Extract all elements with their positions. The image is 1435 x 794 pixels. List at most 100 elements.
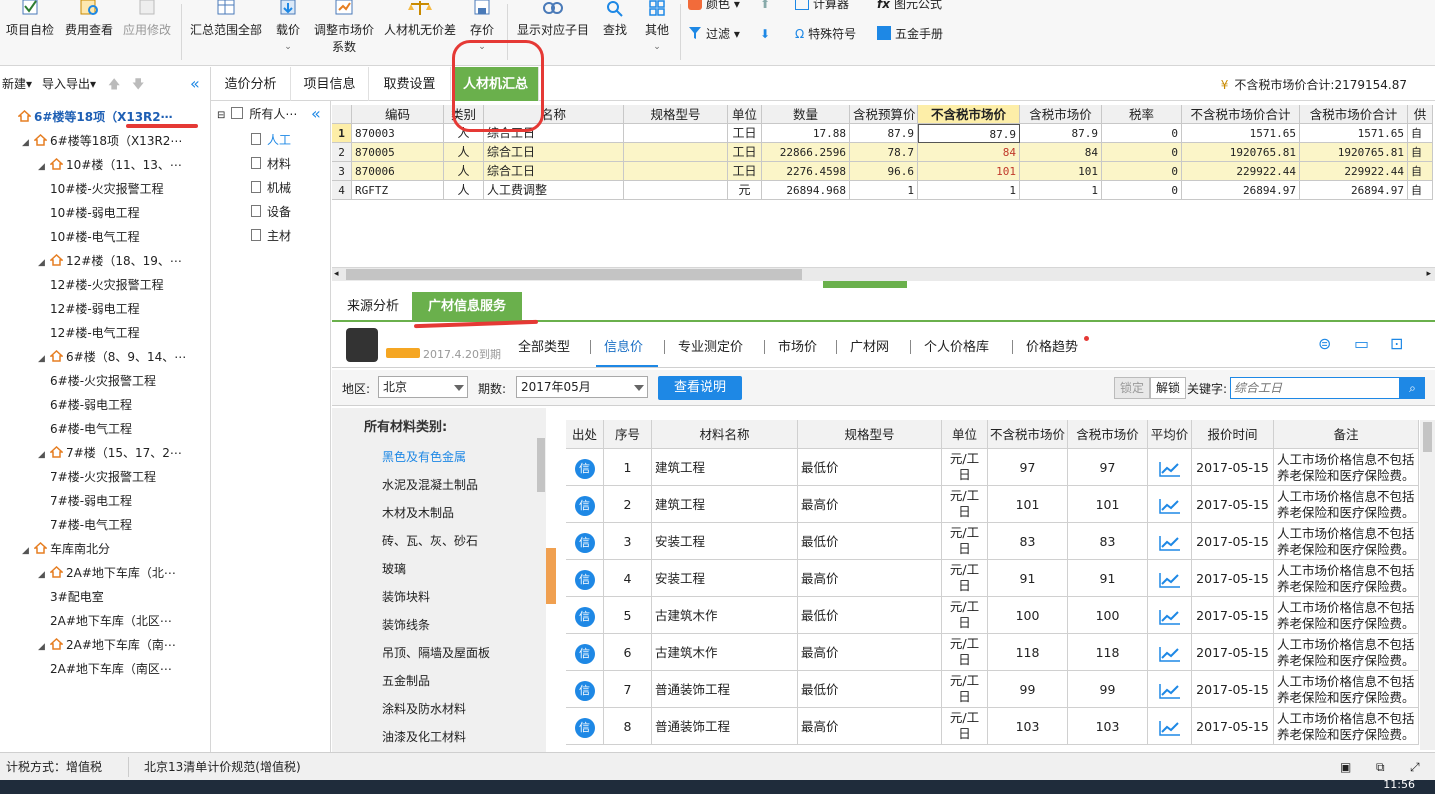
grid-cell[interactable]: 96.6 [850,162,918,181]
grid-cell[interactable]: 870005 [352,143,444,162]
trend-chart-icon[interactable] [1158,646,1181,662]
view-description-button[interactable]: 查看说明 [658,376,742,400]
filter-button[interactable]: 过滤 ▾ [688,24,740,44]
avatar[interactable] [346,328,378,362]
svc-tab-gcw[interactable]: 广材网 [850,336,889,355]
grid-cell[interactable]: 0 [1102,181,1182,200]
tree-node[interactable]: 10#楼-弱电工程 [50,201,140,225]
material-header-cell[interactable]: 规格型号 [798,420,942,449]
lock-button[interactable]: 锁定 [1114,377,1150,399]
new-button[interactable]: 新建▾ [2,75,32,93]
grid-cell[interactable]: 26894.97 [1182,181,1300,200]
material-header-cell[interactable]: 单位 [942,420,988,449]
grid-header-cell[interactable]: 含税预算价 [850,105,918,124]
horizontal-scrollbar[interactable]: ◂ ▸ [332,267,1435,281]
unlock-button[interactable]: 解锁 [1150,377,1186,399]
collapse-mid-icon[interactable]: « [311,104,321,123]
tab-project-info[interactable]: 项目信息 [291,67,369,101]
grid-cell[interactable]: 人 [444,181,484,200]
grid-cell[interactable]: 0 [1102,162,1182,181]
period-select[interactable]: 2017年05月 [516,376,648,398]
grid-cell[interactable] [624,124,728,143]
grid-cell[interactable]: 工日 [728,162,762,181]
maximize-icon[interactable]: ⤢ [1410,753,1420,781]
expand-triangle-icon[interactable]: ◢ [38,251,50,275]
material-header-cell[interactable]: 材料名称 [652,420,798,449]
tree-node[interactable]: 10#楼-火灾报警工程 [50,177,164,201]
tree-node[interactable]: ◢ 2A#地下车库（南⋯ [38,633,176,657]
tree-node[interactable]: ◢ 车库南北分 [22,537,110,561]
material-category-item[interactable]: 砖、瓦、灰、砂石 [382,532,478,549]
scroll-thumb[interactable] [346,269,802,280]
info-source-icon[interactable]: 信 [574,495,595,516]
expand-triangle-icon[interactable]: ◢ [38,563,50,587]
tree-node[interactable]: ◢ 10#楼（11、13、⋯ [38,153,182,177]
tree-node[interactable]: 12#楼-火灾报警工程 [50,273,164,297]
message-icon[interactable]: ▭ [1354,334,1369,353]
grid-cell[interactable]: 78.7 [850,143,918,162]
grid-cell[interactable]: 自 [1408,124,1433,143]
grid-header-cell[interactable]: 不含税市场价合计 [1182,105,1300,124]
grid-cell[interactable]: 22866.2596 [762,143,850,162]
other-button[interactable]: 其他 ⌄ [640,0,674,66]
grid-cell[interactable]: 4 [332,181,352,200]
grid-cell[interactable]: 101 [918,162,1020,181]
material-header-cell[interactable]: 含税市场价 [1068,420,1148,449]
grid-cell[interactable]: 自 [1408,181,1433,200]
category-scrollbar[interactable] [537,438,545,492]
material-category-item[interactable]: 装饰块料 [382,588,430,605]
grid-cell[interactable] [624,143,728,162]
trend-chart-icon[interactable] [1158,609,1181,625]
tree-node[interactable]: 12#楼-电气工程 [50,321,140,345]
grid-row[interactable]: 3 870006 人综合工日 工日 2276.4598 96.6 101 101 0 229922… [332,162,1435,181]
grid-cell[interactable]: 人 [444,143,484,162]
tree-node[interactable]: 10#楼-电气工程 [50,225,140,249]
svc-tab-trend[interactable]: 价格趋势 [1026,336,1078,355]
trend-chart-icon[interactable] [1158,572,1181,588]
service-search-icon[interactable]: ⊜ [1318,334,1331,353]
tree-node[interactable]: 2A#地下车库（南区⋯ [50,657,172,681]
material-header-cell[interactable]: 序号 [604,420,652,449]
material-category-item[interactable]: 五金制品 [382,672,430,689]
grid-row[interactable]: 2 870005 人综合工日 工日 22866.2596 78.7 84 84 0 1920765… [332,143,1435,162]
hardware-manual-button[interactable]: 五金手册 [877,24,943,44]
move-up-icon[interactable]: 🡅 [108,75,120,93]
adjust-market-button[interactable]: 调整市场价 系数 [312,0,376,66]
move-down-button[interactable]: ⬇ [760,24,770,44]
grid-cell[interactable]: 26894.968 [762,181,850,200]
tree-node[interactable]: 3#配电室 [50,585,104,609]
grid-cell[interactable]: 自 [1408,162,1433,181]
grid-cell[interactable]: 17.88 [762,124,850,143]
grid-row[interactable]: 4 RGFTZ 人人工费调整元 26894.968 1 1 1 0 26894.97 26894.… [332,181,1435,200]
material-header-cell[interactable]: 平均价 [1148,420,1192,449]
scroll-right-icon[interactable]: ▸ [1426,268,1431,281]
grid-cell[interactable]: 3 [332,162,352,181]
grid-cell[interactable]: 229922.44 [1182,162,1300,181]
tree-node[interactable]: ◢ 2A#地下车库（北⋯ [38,561,176,585]
material-category-item[interactable]: 黑色及有色金属 [382,448,466,465]
material-category-item[interactable]: 涂料及防水材料 [382,700,466,717]
svc-tab-info-price[interactable]: 信息价 [604,336,643,355]
grid-cell[interactable]: 工日 [728,124,762,143]
expand-triangle-icon[interactable]: ◢ [22,131,34,155]
material-category-item[interactable]: 木材及木制品 [382,504,454,521]
calculator-button[interactable]: 计算器 [795,0,849,14]
grid-cell[interactable]: 综合工日 [484,162,624,181]
category-item[interactable]: 人工 [251,128,291,152]
project-check-button[interactable]: 项目自检 [4,0,56,66]
color-button[interactable]: 颜色 ▾ [688,0,740,14]
expand-triangle-icon[interactable]: ◢ [22,539,34,563]
grid-cell[interactable]: 元 [728,181,762,200]
grid-header-cell[interactable]: 税率 [1102,105,1182,124]
import-export-button[interactable]: 导入导出▾ [42,75,96,93]
grid-cell[interactable]: 87.9 [1020,124,1102,143]
grid-cell[interactable]: 84 [1020,143,1102,162]
store-icon[interactable]: ⊡ [1390,334,1403,353]
grid-cell[interactable]: 2276.4598 [762,162,850,181]
material-category-item[interactable]: 水泥及混凝土制品 [382,476,478,493]
material-scroll-thumb[interactable] [1423,422,1432,452]
grid-header-cell[interactable]: 规格型号 [624,105,728,124]
tree-node[interactable]: 7#楼-弱电工程 [50,489,132,513]
formula-button[interactable]: fx 图元公式 [877,0,942,14]
move-down-icon[interactable]: 🡇 [132,75,144,93]
